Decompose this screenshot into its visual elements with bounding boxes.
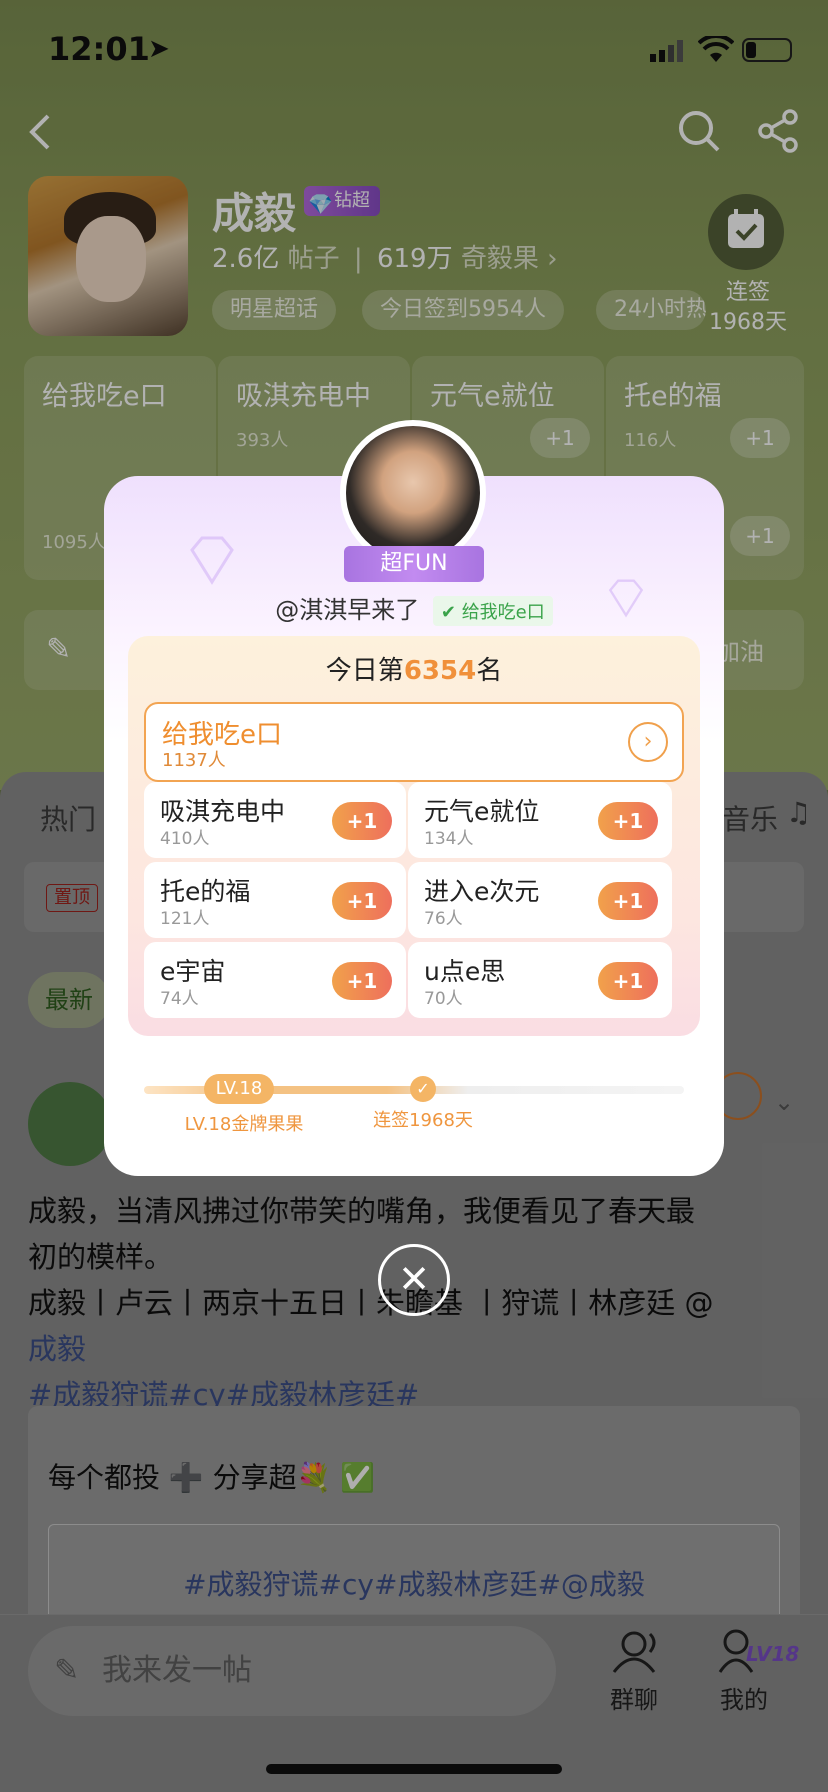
plus-one-button[interactable]: +1 <box>332 882 392 920</box>
level-label: LV.18金牌果果 <box>184 1114 304 1135</box>
rank-item[interactable]: u点e思 70人 +1 <box>408 942 672 1018</box>
rank-item-title: 托e的福 <box>160 877 251 906</box>
rank-number: 6354 <box>403 656 477 686</box>
current-rank-count: 1137人 <box>162 750 226 771</box>
plus-one-button[interactable]: +1 <box>598 802 658 840</box>
rank-item-title: 吸淇充电中 <box>160 797 286 826</box>
user-avatar[interactable] <box>340 420 486 566</box>
checkmark-icon: ✓ <box>410 1076 436 1102</box>
close-icon[interactable]: ✕ <box>378 1244 450 1316</box>
rank-item[interactable]: 吸淇充电中 410人 +1 <box>144 782 406 858</box>
rank-item-count: 76人 <box>424 909 463 929</box>
rank-prefix: 今日第 <box>325 656 404 686</box>
level-pill: LV.18 <box>204 1074 274 1104</box>
rank-item-title: 元气e就位 <box>424 797 540 826</box>
rank-item-title: u点e思 <box>424 957 506 986</box>
rank-item[interactable]: 元气e就位 134人 +1 <box>408 782 672 858</box>
rank-item-count: 121人 <box>160 909 210 929</box>
diamond-decor-icon <box>190 536 234 585</box>
rank-item[interactable]: e宇宙 74人 +1 <box>144 942 406 1018</box>
plus-one-button[interactable]: +1 <box>598 882 658 920</box>
user-tag: ✔ 给我吃e口 <box>432 596 553 626</box>
super-fun-badge: 超FUN <box>344 546 484 582</box>
current-rank-item[interactable]: 给我吃e口 1137人 › <box>144 702 684 782</box>
rank-title: 今日第6354名 <box>128 650 700 687</box>
rank-item-title: 进入e次元 <box>424 877 540 906</box>
rank-item-count: 70人 <box>424 989 463 1009</box>
rank-item-title: e宇宙 <box>160 957 226 986</box>
plus-one-button[interactable]: +1 <box>598 962 658 1000</box>
plus-one-button[interactable]: +1 <box>332 962 392 1000</box>
rank-item-count: 134人 <box>424 829 474 849</box>
rank-suffix: 名 <box>476 656 503 686</box>
user-line: @淇淇早来了 ✔ 给我吃e口 <box>104 590 724 626</box>
rank-item-count: 410人 <box>160 829 210 849</box>
plus-one-button[interactable]: +1 <box>332 802 392 840</box>
rank-item[interactable]: 托e的福 121人 +1 <box>144 862 406 938</box>
rank-item-count: 74人 <box>160 989 199 1009</box>
chevron-right-icon[interactable]: › <box>628 722 668 762</box>
username[interactable]: @淇淇早来了 <box>275 596 419 624</box>
check-icon: ✔ <box>440 602 462 623</box>
user-tag-label: 给我吃e口 <box>461 602 545 623</box>
checkin-streak-label: 连签1968天 <box>373 1110 473 1131</box>
rank-item[interactable]: 进入e次元 76人 +1 <box>408 862 672 938</box>
